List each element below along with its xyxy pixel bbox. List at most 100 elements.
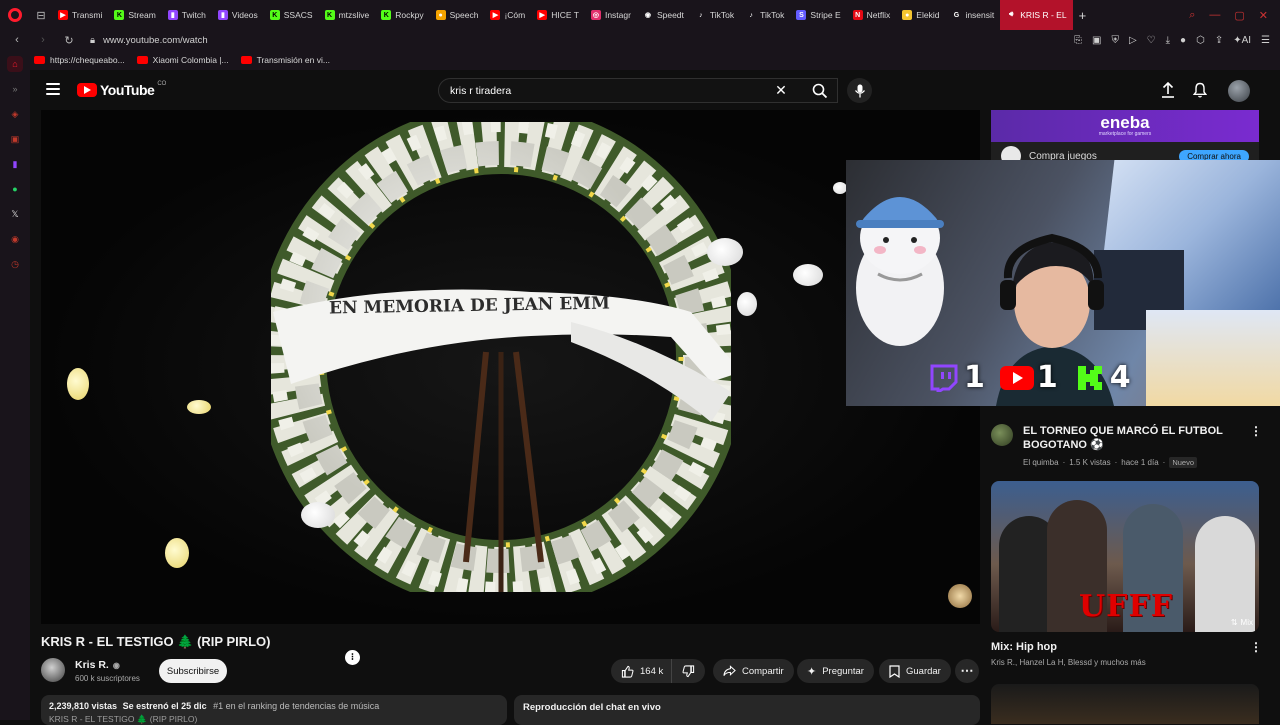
browser-tab[interactable]: K Stream <box>108 0 161 30</box>
subscribe-button[interactable]: Subscribirse <box>159 659 227 683</box>
extensions-icon[interactable]: ⬡ <box>1196 35 1205 46</box>
tab-label: insensit <box>965 10 995 20</box>
share-button[interactable]: Compartir <box>713 659 794 683</box>
browser-tab[interactable]: ● Speech <box>430 0 485 30</box>
browser-tab[interactable]: N Netflix <box>847 0 897 30</box>
browser-tab[interactable]: K SSACS <box>264 0 319 30</box>
mix-thumbnail[interactable]: UFFF ⇅ Mix <box>991 481 1259 632</box>
google-icon: G <box>953 11 960 19</box>
close-window-icon[interactable]: ✕ <box>1259 9 1268 22</box>
aria-ai-icon[interactable]: ✦AI <box>1233 35 1251 46</box>
browser-tab[interactable]: S Stripe E <box>790 0 846 30</box>
browser-tab[interactable]: ▶ HICE T <box>531 0 585 30</box>
channel-avatar[interactable] <box>41 658 65 682</box>
hamburger-menu-icon[interactable] <box>46 83 60 95</box>
bookmark-item[interactable]: https://chequeabo... <box>34 55 125 65</box>
github-icon: ◉ <box>644 12 651 19</box>
browser-tab[interactable]: Ginsensit <box>945 0 1000 30</box>
browser-tab[interactable]: 🔊︎ KRIS R - EL <box>1000 0 1073 30</box>
recommendation-item[interactable]: EL TORNEO QUE MARCÓ EL FUTBOL BOGOTANO ⚽… <box>991 424 1233 468</box>
menu-icon[interactable]: ☰ <box>1261 35 1270 46</box>
twitch-sidebar-icon[interactable]: ▮ <box>7 156 23 172</box>
dislike-button[interactable] <box>671 659 705 683</box>
save-button[interactable]: Guardar <box>879 659 951 683</box>
forward-icon[interactable]: › <box>34 34 52 46</box>
chat-replay-panel[interactable]: Reproducción del chat en vivo <box>514 695 980 725</box>
upload-icon[interactable] <box>1158 80 1178 100</box>
history-icon[interactable]: ◷ <box>7 256 23 272</box>
lock-icon: 🔒︎ <box>90 34 96 46</box>
more-actions-button[interactable]: ⋯ <box>955 659 979 683</box>
ask-button[interactable]: ✦ Preguntar <box>797 659 874 683</box>
bookmark-item[interactable]: Transmisión en vi... <box>240 55 330 65</box>
tabs-list: ▶ Transmi K Stream ▮ Twitch ▮ Videos K SSACS Kmtzs… <box>52 0 1177 30</box>
browser-tab[interactable]: ● Elekid <box>896 0 945 30</box>
channel-avatar[interactable] <box>991 424 1013 446</box>
subscriber-count: 600 k suscriptores <box>75 674 140 683</box>
thumbnail-text: UFFF <box>1079 589 1174 624</box>
opera-logo-icon[interactable] <box>0 0 30 30</box>
channel-watermark[interactable] <box>948 584 972 608</box>
mix-title[interactable]: Mix: Hip hop <box>991 641 1057 653</box>
maximize-icon[interactable]: ▢ <box>1234 9 1244 22</box>
vpn-icon[interactable]: ● <box>1180 35 1186 46</box>
more-options-icon[interactable]: ⋮ <box>1250 424 1262 438</box>
browser-tab[interactable]: K Rockpy <box>375 0 429 30</box>
browser-tab[interactable]: ▶ Transmi <box>52 0 108 30</box>
browser-tab[interactable]: ▶ ¡Cóm <box>484 0 531 30</box>
mascot-avatar <box>856 197 944 346</box>
falling-petal <box>707 238 743 266</box>
description-box[interactable]: 2,239,810 vistas Se estrenó el 25 dic #1… <box>41 695 507 725</box>
messenger-icon[interactable]: ◈ <box>7 106 23 122</box>
voice-search-button[interactable] <box>847 78 872 103</box>
more-options-icon[interactable]: ⋮ <box>1250 640 1262 654</box>
share-icon[interactable]: ⇪ <box>1215 35 1223 46</box>
next-thumbnail[interactable] <box>991 684 1259 724</box>
recommendation-title[interactable]: EL TORNEO QUE MARCÓ EL FUTBOL BOGOTANO ⚽ <box>1023 424 1233 452</box>
heart-icon[interactable]: ♡ <box>1147 35 1156 46</box>
notifications-bell-icon[interactable] <box>1190 80 1210 100</box>
youtube-icon: ▶ <box>537 10 548 20</box>
twitch-icon: ▮ <box>217 10 228 20</box>
player-sidebar-icon[interactable]: ▣ <box>7 131 23 147</box>
url-field[interactable]: 🔒︎ www.youtube.com/watch <box>90 35 208 46</box>
browser-tab[interactable]: ♪ TikTok <box>690 0 740 30</box>
home-icon[interactable]: ⌂ <box>7 56 23 72</box>
bookmark-item[interactable]: Xiaomi Colombia |... <box>136 55 229 65</box>
shield-icon[interactable]: ⛨ <box>1111 35 1119 46</box>
snapshot-icon[interactable]: ▣ <box>1092 35 1101 46</box>
info-icon[interactable]: ⁝ <box>345 650 360 665</box>
browser-tab[interactable]: ♪ TikTok <box>740 0 790 30</box>
download-icon[interactable]: ⤓ <box>1166 35 1170 46</box>
account-avatar[interactable] <box>1228 80 1250 102</box>
tab-overview-icon[interactable]: ⊟ <box>30 4 52 26</box>
search-tabs-icon[interactable]: ⌕ <box>1189 9 1195 22</box>
minimize-icon[interactable]: — <box>1209 9 1220 22</box>
browser-tab[interactable]: ◉ Speedt <box>637 0 690 30</box>
tab-label: Instagr <box>604 10 631 20</box>
youtube-logo[interactable]: YouTube CO <box>77 81 166 98</box>
whatsapp-icon[interactable]: ● <box>7 181 23 197</box>
like-button[interactable]: 164 k <box>611 659 672 683</box>
search-query[interactable]: kris r tiradera <box>450 85 511 97</box>
browser-tab[interactable]: ▮ Twitch <box>162 0 212 30</box>
x-twitter-icon[interactable]: 𝕏 <box>7 206 23 222</box>
reload-icon[interactable]: ↻ <box>60 34 78 47</box>
personal-news-icon[interactable]: ◉ <box>7 231 23 247</box>
back-icon[interactable]: ‹ <box>8 34 26 46</box>
video-player[interactable]: EN MEMORIA DE JEAN EMM <box>41 110 980 624</box>
bookmark-icon <box>889 664 900 678</box>
browser-tab[interactable]: Kmtzslive <box>319 0 376 30</box>
channel-name[interactable]: Kris R. ◉ <box>75 659 120 671</box>
player-icon[interactable]: ▷ <box>1129 35 1137 46</box>
netflix-icon: N <box>852 10 863 20</box>
sidebar-ad[interactable]: eneba marketplace for gamers Compra jueg… <box>991 110 1259 161</box>
bookmark-page-icon[interactable]: ⎘ <box>1074 35 1082 46</box>
browser-tab[interactable]: ◎ Instagr <box>585 0 637 30</box>
new-tab-icon[interactable]: + <box>1073 0 1093 30</box>
clear-search-icon[interactable]: ✕ <box>771 80 791 100</box>
browser-tab[interactable]: ▮ Videos <box>212 0 264 30</box>
search-button[interactable] <box>802 78 838 103</box>
url-text[interactable]: www.youtube.com/watch <box>103 35 208 46</box>
collapse-sidebar-icon[interactable]: » <box>7 81 23 97</box>
